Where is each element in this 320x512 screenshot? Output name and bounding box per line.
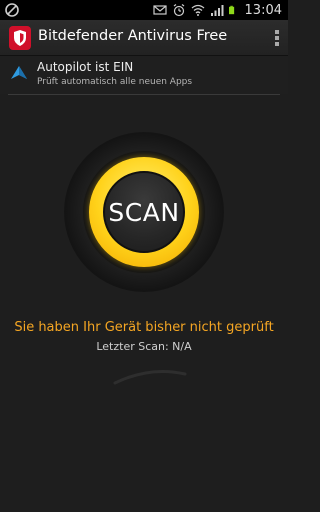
autopilot-status-row[interactable]: Autopilot ist EIN Prüft automatisch alle… bbox=[0, 56, 288, 94]
bitdefender-shield-icon bbox=[9, 26, 31, 50]
battery-icon bbox=[228, 5, 234, 15]
autopilot-arrow-icon bbox=[11, 66, 27, 79]
app-title: Bitdefender Antivirus Free bbox=[38, 28, 228, 44]
last-scan-info: Letzter Scan: N/A bbox=[96, 340, 192, 353]
status-time: 13:04 bbox=[244, 2, 282, 18]
scan-button[interactable]: SCAN bbox=[103, 171, 185, 253]
divider bbox=[8, 94, 280, 95]
wifi-icon bbox=[191, 4, 204, 16]
blocked-circle-icon bbox=[5, 3, 19, 17]
scan-button-label: SCAN bbox=[108, 197, 180, 227]
status-bar: 13:04 bbox=[0, 0, 288, 20]
alarm-icon bbox=[173, 4, 184, 17]
scan-status-message: Sie haben Ihr Gerät bisher nicht geprüft bbox=[14, 320, 274, 335]
autopilot-subtitle: Prüft automatisch alle neuen Apps bbox=[37, 77, 193, 87]
email-icon bbox=[152, 5, 167, 15]
decorative-swoosh bbox=[113, 369, 187, 385]
overflow-menu-icon[interactable] bbox=[274, 28, 280, 48]
autopilot-title: Autopilot ist EIN bbox=[37, 60, 134, 74]
action-bar: Bitdefender Antivirus Free bbox=[0, 20, 288, 56]
signal-icon bbox=[210, 5, 224, 16]
